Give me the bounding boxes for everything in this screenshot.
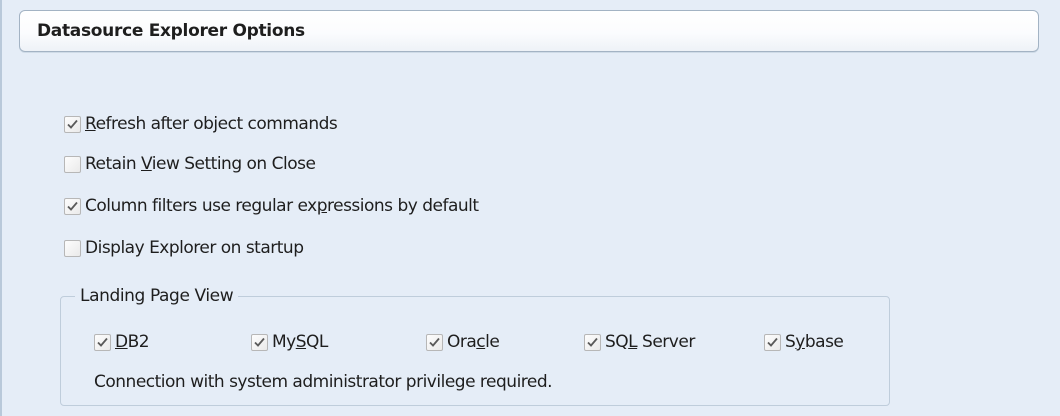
checkmark-icon [97, 337, 108, 347]
section-header: Datasource Explorer Options [19, 10, 1039, 52]
checkmark-icon [587, 337, 598, 347]
regex-column-filters-checkbox[interactable]: Column filters use regular expressions b… [64, 195, 479, 217]
landing-page-view-legend: Landing Page View [75, 286, 239, 306]
checkbox-label: MySQL [272, 332, 328, 352]
checkbox-label: Oracle [447, 332, 500, 352]
landing-mysql-checkbox[interactable]: MySQL [251, 331, 328, 353]
checkbox-box[interactable] [64, 239, 81, 257]
landing-oracle-checkbox[interactable]: Oracle [426, 331, 500, 353]
options-panel: Datasource Explorer Options Refresh afte… [0, 0, 1060, 416]
checkbox-label: Retain View Setting on Close [85, 154, 316, 174]
checkbox-label: Display Explorer on startup [85, 238, 304, 258]
checkbox-label: Column filters use regular expressions b… [85, 196, 479, 216]
checkbox-box[interactable] [584, 333, 601, 351]
checkbox-box[interactable] [64, 115, 81, 133]
section-title: Datasource Explorer Options [37, 21, 305, 41]
checkmark-icon [254, 337, 265, 347]
checkbox-box[interactable] [94, 333, 111, 351]
retain-view-setting-checkbox[interactable]: Retain View Setting on Close [64, 153, 316, 175]
checkmark-icon [767, 337, 778, 347]
landing-sybase-checkbox[interactable]: Sybase [764, 331, 844, 353]
checkbox-box[interactable] [426, 333, 443, 351]
checkbox-box[interactable] [64, 155, 81, 173]
checkbox-box[interactable] [64, 197, 81, 215]
checkmark-icon [67, 201, 78, 211]
refresh-after-commands-checkbox[interactable]: Refresh after object commands [64, 113, 338, 135]
checkbox-label: Refresh after object commands [85, 114, 338, 134]
checkbox-label: DB2 [115, 332, 150, 352]
display-explorer-startup-checkbox[interactable]: Display Explorer on startup [64, 237, 304, 259]
landing-db2-checkbox[interactable]: DB2 [94, 331, 150, 353]
checkmark-icon [67, 119, 78, 129]
checkmark-icon [429, 337, 440, 347]
checkbox-label: SQL Server [605, 332, 695, 352]
checkbox-box[interactable] [764, 333, 781, 351]
landing-sqlserver-checkbox[interactable]: SQL Server [584, 331, 695, 353]
checkbox-box[interactable] [251, 333, 268, 351]
checkbox-label: Sybase [785, 332, 844, 352]
admin-privilege-note: Connection with system administrator pri… [94, 372, 553, 392]
